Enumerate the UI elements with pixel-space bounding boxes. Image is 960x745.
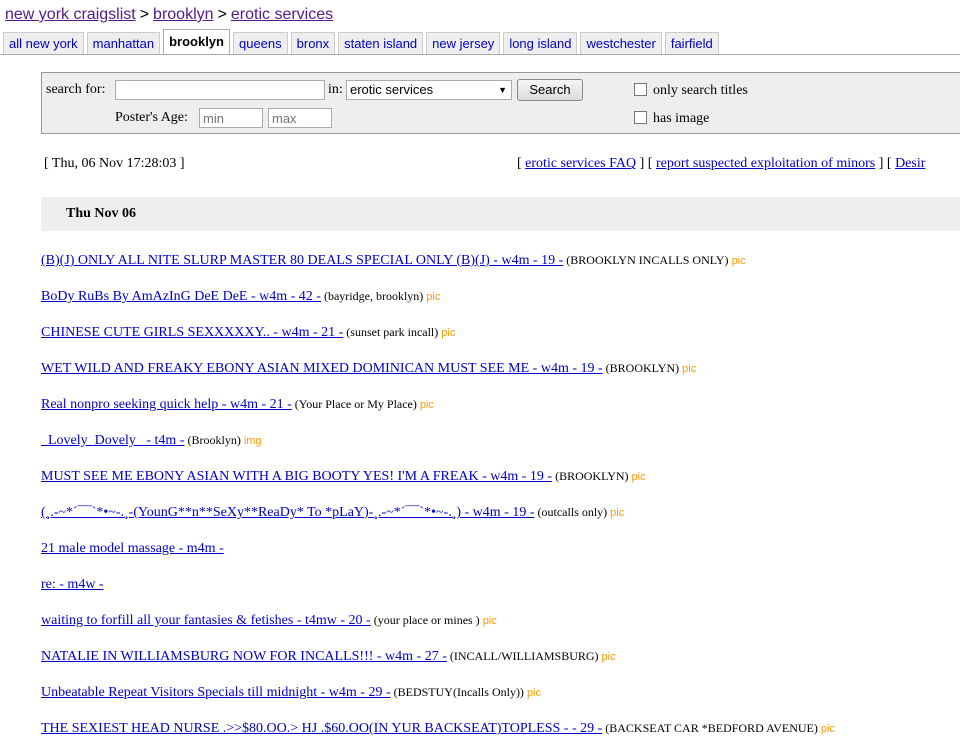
breadcrumb-category-link[interactable]: erotic services xyxy=(231,6,333,23)
list-item: re: - m4w - xyxy=(41,577,835,613)
list-item: NATALIE IN WILLIAMSBURG NOW FOR INCALLS!… xyxy=(41,649,835,685)
tab-westchester[interactable]: westchester xyxy=(580,32,662,55)
tab-divider xyxy=(0,54,960,55)
listing-image-tag: pic xyxy=(631,471,646,483)
list-item: Unbeatable Repeat Visitors Specials till… xyxy=(41,685,835,721)
listing-title-link[interactable]: Real nonpro seeking quick help - w4m - 2… xyxy=(41,397,292,412)
tab-manhattan[interactable]: manhattan xyxy=(86,32,161,55)
listing-image-tag: img xyxy=(243,435,262,447)
list-item: BoDy RuBs By AmAzInG DeE DeE - w4m - 42 … xyxy=(41,289,835,325)
day-header-label: Thu Nov 06 xyxy=(66,206,137,221)
listing-title-link[interactable]: THE SEXIEST HEAD NURSE .>>$80.OO.> HJ .$… xyxy=(41,721,602,736)
listing-image-tag: pic xyxy=(419,399,434,411)
category-select-value: erotic services xyxy=(350,82,434,97)
search-panel: search for: in: erotic services ▼ Search… xyxy=(41,72,960,134)
listing-image-tag: pic xyxy=(482,615,497,627)
tab-new-jersey[interactable]: new jersey xyxy=(426,32,501,55)
listing-location: (sunset park incall) xyxy=(346,325,439,339)
bracket-text: ] [ xyxy=(878,156,892,171)
listing-image-tag: pic xyxy=(441,327,456,339)
tab-fairfield[interactable]: fairfield xyxy=(664,32,719,55)
posters-age-label: Poster's Age: xyxy=(115,110,188,125)
list-item: 21 male model massage - m4m - xyxy=(41,541,835,577)
listing-image-tag: pic xyxy=(610,507,625,519)
breadcrumb-site-link[interactable]: new york craigslist xyxy=(5,6,136,23)
listing-location: (Brooklyn) xyxy=(187,433,241,447)
list-item: THE SEXIEST HEAD NURSE .>>$80.OO.> HJ .$… xyxy=(41,721,835,745)
listing-location: (Your Place or My Place) xyxy=(294,397,417,411)
listing-title-link[interactable]: (¸.-~*´¯¯`*•~-.¸-(YounG**n**SeXy**ReaDy*… xyxy=(41,505,535,520)
listing-location: (BEDSTUY(Incalls Only)) xyxy=(393,685,524,699)
age-max-input[interactable] xyxy=(268,108,332,128)
search-for-label: search for: xyxy=(46,82,106,97)
list-item: CHINESE CUTE GIRLS SEXXXXXY.. - w4m - 21… xyxy=(41,325,835,361)
breadcrumb-separator: > xyxy=(139,6,150,23)
in-label: in: xyxy=(328,82,343,97)
listing-image-tag: pic xyxy=(731,255,746,267)
listing-location: (INCALL/WILLIAMSBURG) xyxy=(449,649,599,663)
has-image-label: has image xyxy=(653,111,710,126)
listing-title-link[interactable]: BoDy RuBs By AmAzInG DeE DeE - w4m - 42 … xyxy=(41,289,321,304)
only-search-titles-checkbox[interactable] xyxy=(634,83,647,96)
only-search-titles-label: only search titles xyxy=(653,83,748,98)
breadcrumb-area-link[interactable]: brooklyn xyxy=(153,6,213,23)
report-exploitation-link[interactable]: report suspected exploitation of minors xyxy=(656,156,875,171)
listing-title-link[interactable]: WET WILD AND FREAKY EBONY ASIAN MIXED DO… xyxy=(41,361,603,376)
listing-title-link[interactable]: 21 male model massage - m4m - xyxy=(41,541,224,556)
list-item: MUST SEE ME EBONY ASIAN WITH A BIG BOOTY… xyxy=(41,469,835,505)
listing-location: (BACKSEAT CAR *BEDFORD AVENUE) xyxy=(605,721,818,735)
listing-image-tag: pic xyxy=(426,291,441,303)
area-tabs: all new york manhattan brooklyn queens b… xyxy=(3,29,722,55)
listing-image-tag: pic xyxy=(682,363,697,375)
listing-location: (BROOKLYN) xyxy=(605,361,680,375)
breadcrumb-separator: > xyxy=(217,6,227,23)
help-links: [ erotic services FAQ ] [ report suspect… xyxy=(517,156,925,172)
listing-title-link[interactable]: MUST SEE ME EBONY ASIAN WITH A BIG BOOTY… xyxy=(41,469,552,484)
tab-staten-island[interactable]: staten island xyxy=(338,32,424,55)
list-item: waiting to forfill all your fantasies & … xyxy=(41,613,835,649)
listing-title-link[interactable]: Lovely Dovely - t4m - xyxy=(41,433,184,448)
listing-location: (BROOKLYN) xyxy=(555,469,629,483)
listing-location: (your place or mines ) xyxy=(373,613,480,627)
listing-title-link[interactable]: NATALIE IN WILLIAMSBURG NOW FOR INCALLS!… xyxy=(41,649,447,664)
listing-title-link[interactable]: waiting to forfill all your fantasies & … xyxy=(41,613,371,628)
bracket-text: [ xyxy=(517,156,522,171)
listing-title-link[interactable]: (B)(J) ONLY ALL NITE SLURP MASTER 80 DEA… xyxy=(41,253,563,268)
chevron-down-icon: ▼ xyxy=(498,85,507,95)
page-timestamp: [ Thu, 06 Nov 17:28:03 ] xyxy=(44,156,185,171)
listing-location: (outcalls only) xyxy=(537,505,608,519)
list-item: (¸.-~*´¯¯`*•~-.¸-(YounG**n**SeXy**ReaDy*… xyxy=(41,505,835,541)
list-item: Real nonpro seeking quick help - w4m - 2… xyxy=(41,397,835,433)
has-image-checkbox[interactable] xyxy=(634,111,647,124)
search-button[interactable]: Search xyxy=(517,79,583,101)
listing-image-tag: pic xyxy=(526,687,541,699)
faq-link[interactable]: erotic services FAQ xyxy=(525,156,636,171)
list-item: (B)(J) ONLY ALL NITE SLURP MASTER 80 DEA… xyxy=(41,253,835,289)
list-item: WET WILD AND FREAKY EBONY ASIAN MIXED DO… xyxy=(41,361,835,397)
day-header: Thu Nov 06 xyxy=(41,197,960,231)
tab-long-island[interactable]: long island xyxy=(503,32,578,55)
listing-location: (BROOKLYN INCALLS ONLY) xyxy=(566,253,729,267)
category-select[interactable]: erotic services ▼ xyxy=(346,80,512,100)
search-input[interactable] xyxy=(115,80,325,100)
tab-brooklyn[interactable]: brooklyn xyxy=(163,29,230,55)
tab-all-new-york[interactable]: all new york xyxy=(3,32,84,55)
bracket-text: ] [ xyxy=(639,156,653,171)
desire-link[interactable]: Desir xyxy=(895,156,925,171)
listing-image-tag: pic xyxy=(601,651,616,663)
tab-bronx[interactable]: bronx xyxy=(290,32,336,55)
listing-title-link[interactable]: re: - m4w - xyxy=(41,577,104,592)
breadcrumb: new york craigslist > brooklyn > erotic serv… xyxy=(5,6,333,24)
listing-list: (B)(J) ONLY ALL NITE SLURP MASTER 80 DEA… xyxy=(41,253,835,745)
list-item: Lovely Dovely - t4m - (Brooklyn) img xyxy=(41,433,835,469)
listing-image-tag: pic xyxy=(820,723,835,735)
listing-title-link[interactable]: Unbeatable Repeat Visitors Specials till… xyxy=(41,685,391,700)
listing-title-link[interactable]: CHINESE CUTE GIRLS SEXXXXXY.. - w4m - 21… xyxy=(41,325,343,340)
age-min-input[interactable] xyxy=(199,108,263,128)
listing-location: (bayridge, brooklyn) xyxy=(323,289,424,303)
tab-queens[interactable]: queens xyxy=(232,32,288,55)
